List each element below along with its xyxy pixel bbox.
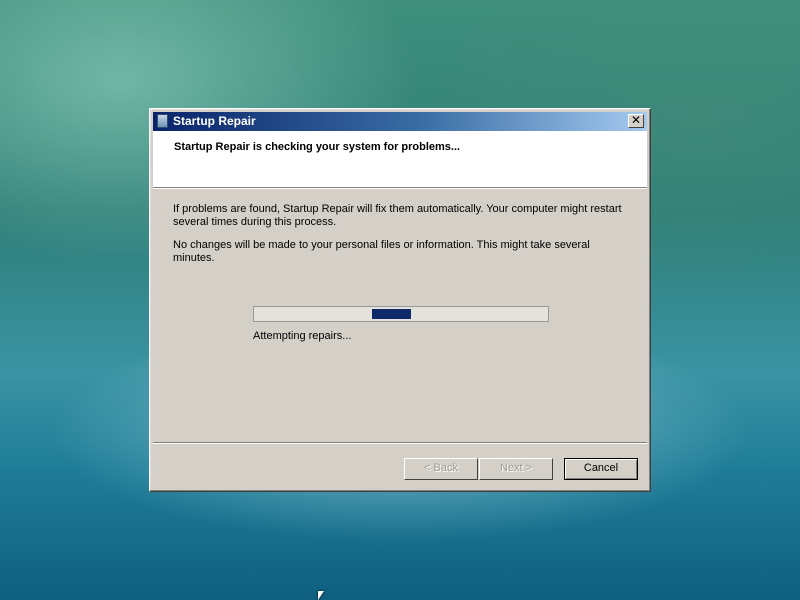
next-button[interactable]: Next > — [479, 458, 553, 480]
close-button[interactable]: ✕ — [628, 114, 644, 128]
progress-marquee-block — [372, 309, 411, 319]
status-text: Attempting repairs... — [253, 330, 352, 342]
info-paragraph-files: No changes will be made to your personal… — [173, 239, 590, 264]
mouse-pointer-icon — [318, 591, 324, 600]
header-panel: Startup Repair is checking your system f… — [153, 131, 647, 189]
cancel-button[interactable]: Cancel — [564, 458, 638, 480]
progress-bar — [253, 306, 549, 322]
startup-repair-dialog: Startup Repair ✕ Startup Repair is check… — [149, 108, 651, 492]
page-heading: Startup Repair is checking your system f… — [174, 141, 461, 153]
title-bar[interactable]: Startup Repair ✕ — [153, 112, 647, 131]
window-title: Startup Repair — [173, 114, 256, 128]
info-paragraph-restart: If problems are found, Startup Repair wi… — [173, 203, 622, 228]
back-button[interactable]: < Back — [404, 458, 478, 480]
startup-repair-icon — [157, 114, 168, 128]
footer-separator — [153, 442, 647, 444]
